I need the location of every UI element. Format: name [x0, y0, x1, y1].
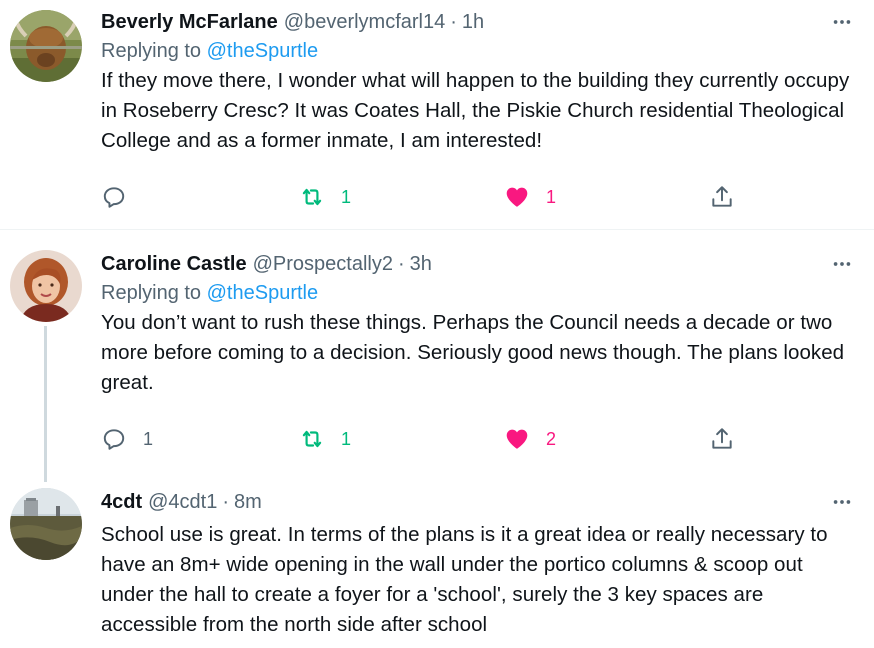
- reply-button[interactable]: 1: [101, 424, 153, 454]
- retweet-button[interactable]: 1: [299, 182, 351, 212]
- tweet[interactable]: Caroline Castle @Prospectally2 · 3h Repl…: [0, 230, 874, 482]
- share-button[interactable]: [709, 424, 735, 454]
- like-button[interactable]: 1: [504, 182, 556, 212]
- author-handle[interactable]: @Prospectally2: [253, 253, 393, 276]
- replying-to-label: Replying to: [101, 282, 202, 304]
- like-count: 2: [546, 428, 557, 449]
- reply-count: 1: [143, 428, 154, 449]
- avatar[interactable]: [10, 250, 82, 322]
- mention-link[interactable]: @theSpurtle: [207, 40, 318, 62]
- more-icon: [833, 262, 851, 266]
- replying-to: Replying to @theSpurtle: [101, 278, 856, 308]
- landscape-avatar: [10, 488, 82, 560]
- reply-icon: [103, 429, 125, 450]
- tweet-header: 4cdt @4cdt1 · 8m: [101, 488, 856, 516]
- tweet-actions: 1 1 2: [101, 424, 741, 454]
- tweet-header: Caroline Castle @Prospectally2 · 3h: [101, 250, 856, 278]
- more-button[interactable]: [828, 252, 856, 276]
- tweet-text: You don’t want to rush these things. Per…: [101, 311, 845, 394]
- more-icon: [833, 20, 851, 24]
- tweet-actions: 1 1: [101, 182, 741, 212]
- heart-icon: [506, 429, 528, 449]
- share-button[interactable]: [709, 182, 735, 212]
- thread-line: [44, 326, 47, 482]
- share-icon: [712, 186, 732, 207]
- timestamp[interactable]: 8m: [234, 491, 262, 514]
- like-count: 1: [546, 186, 557, 207]
- highland-cow-avatar: [10, 10, 82, 82]
- reply-icon: [103, 187, 125, 208]
- separator-dot: ·: [222, 490, 230, 513]
- mention-link[interactable]: @theSpurtle: [207, 282, 318, 304]
- tweet[interactable]: 4cdt @4cdt1 · 8m School use is great. In…: [0, 482, 874, 648]
- avatar[interactable]: [10, 10, 82, 82]
- tweet[interactable]: Beverly McFarlane @beverlymcfarl14 · 1h …: [0, 0, 874, 228]
- tweet-header: Beverly McFarlane @beverlymcfarl14 · 1h: [101, 8, 856, 36]
- like-button[interactable]: 2: [504, 424, 556, 454]
- author-name[interactable]: Caroline Castle: [101, 253, 247, 276]
- reply-button[interactable]: [101, 182, 143, 212]
- separator-dot: ·: [397, 252, 405, 275]
- retweet-icon: [302, 430, 322, 448]
- author-name[interactable]: 4cdt: [101, 491, 142, 514]
- avatar[interactable]: [10, 488, 82, 560]
- timestamp[interactable]: 3h: [410, 253, 432, 276]
- tweet-text: If they move there, I wonder what will h…: [101, 69, 850, 152]
- author-handle[interactable]: @beverlymcfarl14: [284, 11, 445, 34]
- replying-to: Replying to @theSpurtle: [101, 36, 856, 66]
- more-button[interactable]: [828, 490, 856, 514]
- more-button[interactable]: [828, 10, 856, 34]
- timestamp[interactable]: 1h: [462, 11, 484, 34]
- retweet-count: 1: [341, 186, 352, 207]
- tweet-text: School use is great. In terms of the pla…: [101, 523, 828, 636]
- heart-icon: [506, 187, 528, 207]
- woman-portrait-avatar: [10, 250, 82, 322]
- more-icon: [833, 500, 851, 504]
- retweet-button[interactable]: 1: [299, 424, 351, 454]
- retweet-count: 1: [341, 428, 352, 449]
- share-icon: [712, 428, 732, 449]
- replying-to-label: Replying to: [101, 40, 202, 62]
- author-handle[interactable]: @4cdt1: [148, 491, 217, 514]
- retweet-icon: [302, 188, 322, 206]
- author-name[interactable]: Beverly McFarlane: [101, 11, 278, 34]
- separator-dot: ·: [450, 10, 457, 33]
